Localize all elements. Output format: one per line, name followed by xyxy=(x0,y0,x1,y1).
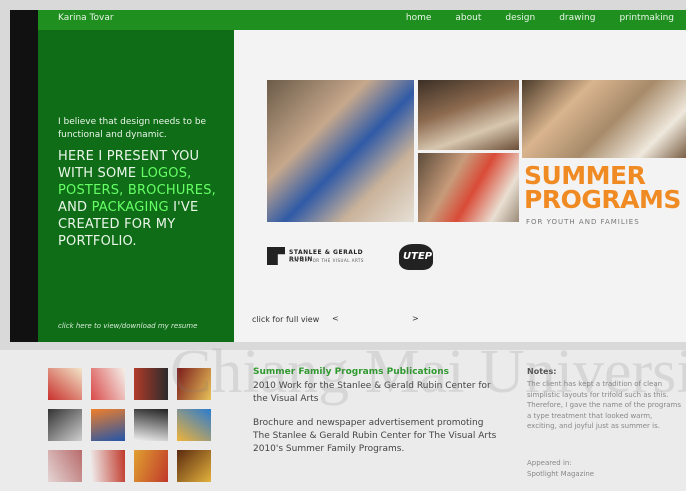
notes-heading: Notes: xyxy=(527,367,557,376)
portfolio-thumbnail[interactable] xyxy=(48,409,82,441)
main-nav: home about design drawing printmaking xyxy=(394,13,686,23)
portfolio-thumbnail[interactable] xyxy=(91,450,125,482)
portfolio-thumbnail[interactable] xyxy=(134,368,168,400)
portfolio-thumbnail[interactable] xyxy=(177,409,211,441)
nav-drawing[interactable]: drawing xyxy=(547,13,607,23)
publication-title: Summer Family Programs Publications xyxy=(253,367,449,377)
prev-arrow[interactable]: < xyxy=(332,314,339,323)
intro-headline: HERE I PRESENT YOU WITH SOME LOGOS, POST… xyxy=(58,148,238,250)
nav-design[interactable]: design xyxy=(493,13,547,23)
intro-headline-part2: AND xyxy=(58,200,92,215)
publication-details: Brochure and newspaper advertisement pro… xyxy=(253,418,497,454)
portfolio-thumbnail[interactable] xyxy=(134,450,168,482)
rubin-logo-icon xyxy=(267,247,285,265)
portfolio-thumbnail[interactable] xyxy=(48,368,82,400)
summer-programs-title: SUMMER PROGRAMS xyxy=(524,163,681,214)
publication-description: 2010 Work for the Stanlee & Gerald Rubin… xyxy=(253,381,491,404)
intro-statement: I believe that design needs to be functi… xyxy=(58,117,207,140)
next-arrow[interactable]: > xyxy=(412,314,419,323)
top-navigation-bar: Karina Tovar home about design drawing p… xyxy=(38,10,686,30)
summer-title-line2: PROGRAMS xyxy=(524,185,681,214)
nav-home[interactable]: home xyxy=(394,13,444,23)
summer-programs-subtitle: FOR YOUTH AND FAMILIES xyxy=(526,218,640,226)
photo-boy-red-shirt[interactable] xyxy=(418,153,519,222)
portfolio-thumbnail[interactable] xyxy=(91,409,125,441)
left-black-strip xyxy=(10,10,38,342)
appeared-magazine: Spotlight Magazine xyxy=(527,469,595,478)
rubin-logo-sub: CENTER FOR THE VISUAL ARTS xyxy=(289,258,364,263)
appeared-label: Appeared in: xyxy=(527,459,572,467)
portfolio-thumbnail[interactable] xyxy=(134,409,168,441)
portfolio-thumbnail[interactable] xyxy=(177,368,211,400)
portfolio-thumbnail[interactable] xyxy=(91,368,125,400)
thumbnail-grid xyxy=(48,368,211,482)
gallery-stage: SUMMER PROGRAMS FOR YOUTH AND FAMILIES S… xyxy=(234,30,686,342)
rubin-center-logo: STANLEE & GERALD RUBIN CENTER FOR THE VI… xyxy=(267,245,379,269)
nav-about[interactable]: about xyxy=(443,13,493,23)
utep-logo: UTEP xyxy=(399,242,435,272)
photo-kids-working[interactable] xyxy=(418,80,519,150)
utep-logo-text: UTEP xyxy=(403,251,433,262)
intro-headline-highlight2: PACKAGING xyxy=(91,200,169,215)
notes-body: The client has kept a tradition of clean… xyxy=(527,380,681,430)
nav-printmaking[interactable]: printmaking xyxy=(607,13,686,23)
intro-panel: I believe that design needs to be functi… xyxy=(38,30,234,342)
summer-programs-graphic: SUMMER PROGRAMS FOR YOUTH AND FAMILIES xyxy=(522,158,686,234)
site-name[interactable]: Karina Tovar xyxy=(58,13,114,23)
appeared-in: Appeared in: Spotlight Magazine xyxy=(527,458,682,479)
portfolio-thumbnail[interactable] xyxy=(177,450,211,482)
portfolio-thumbnail[interactable] xyxy=(48,450,82,482)
full-view-link[interactable]: click for full view xyxy=(252,315,319,324)
project-details: Summer Family Programs Publications 2010… xyxy=(0,350,686,491)
resume-link[interactable]: click here to view/download my resume xyxy=(58,322,197,330)
photo-boy-drawing[interactable] xyxy=(267,80,414,222)
photo-group-table[interactable] xyxy=(522,80,686,158)
